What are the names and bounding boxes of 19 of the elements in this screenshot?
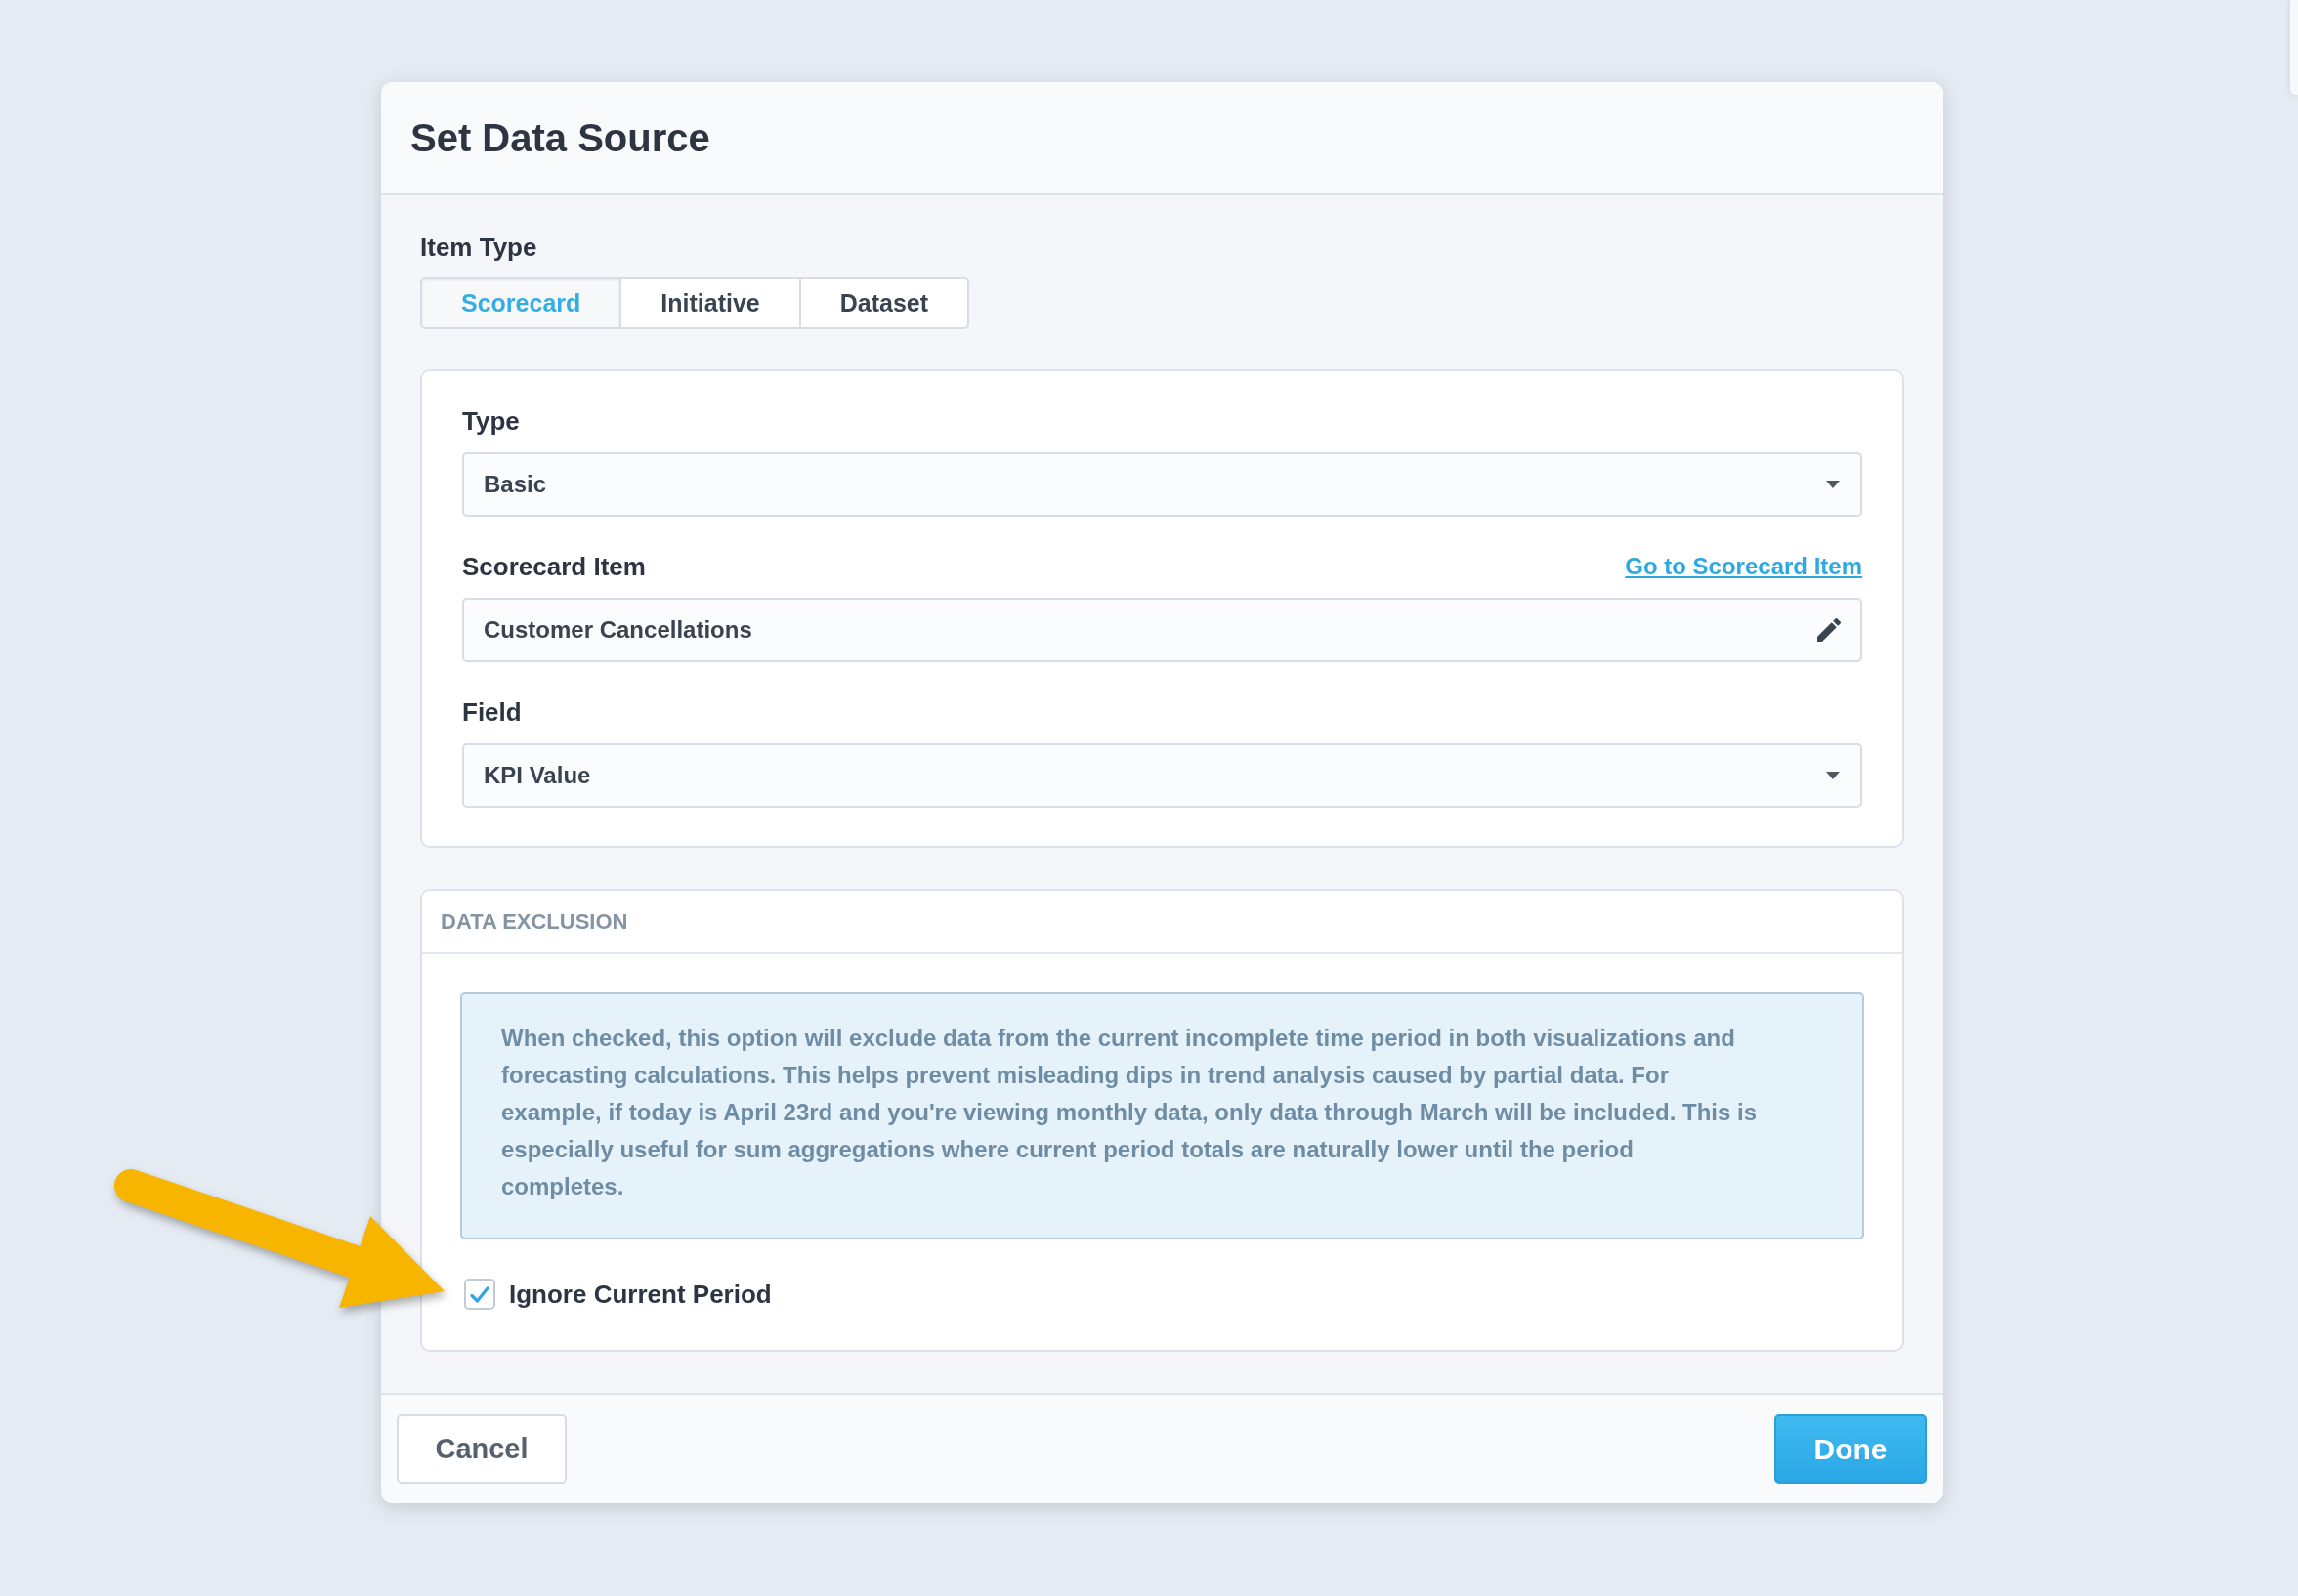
dropdown-caret-icon [1826,772,1840,779]
info-text: When checked, this option will exclude data from the current incomplete time period in both visualizations and forecasting calculations. This helps prevent misleading dips in trend analysis caused by partial data. For example, if today is April 23rd and you're viewing monthly data, only data through March will be included. This is especially useful for sum aggregations where current period totals are naturally lower until the period completes. [501,1024,1759,1201]
item-type-label: Item Type [420,231,537,264]
section-heading: DATA EXCLUSION [441,908,628,936]
item-type-tab[interactable]: Dataset [798,277,970,329]
dropdown-select[interactable]: KPI Value [462,743,1862,808]
checkbox[interactable] [464,1279,495,1310]
item-picker-field[interactable]: Customer Cancellations [462,598,1862,662]
item-type-tab[interactable]: Initiative [619,277,801,329]
checkbox-label: Ignore Current Period [509,1279,772,1311]
field-label: Type [462,405,520,438]
checkmark-icon [470,1285,489,1303]
dropdown-caret-icon [1826,481,1840,488]
field-label: Scorecard Item [462,551,646,583]
pencil-icon[interactable] [1817,618,1841,642]
dropdown-select[interactable]: Basic [462,452,1862,517]
dialog-title: Set Data Source [410,115,710,161]
field-label: Field [462,696,522,729]
cancel-button[interactable]: Cancel [397,1414,567,1484]
